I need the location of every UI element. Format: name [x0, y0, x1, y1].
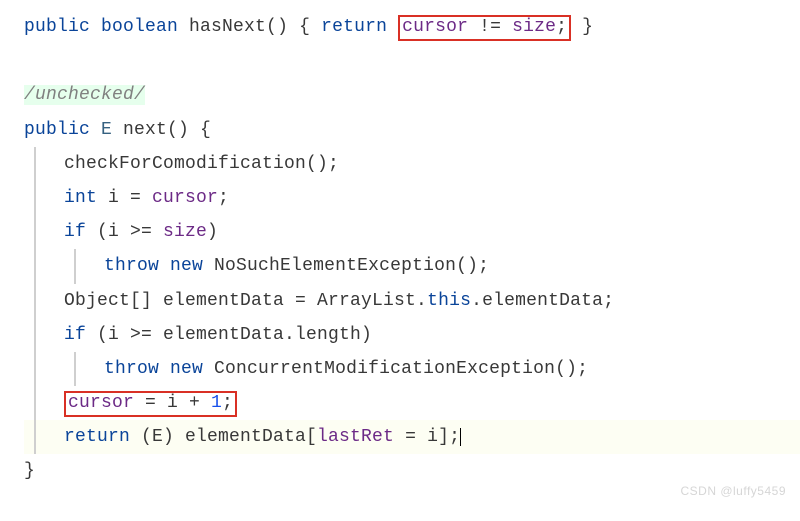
code-line: cursor = i + 1;	[24, 386, 800, 420]
indent-guide	[34, 249, 36, 283]
brace: }	[571, 17, 593, 37]
annotation-line: /unchecked/	[24, 78, 800, 112]
code-block: public boolean hasNext() { return cursor…	[0, 0, 800, 509]
indent-guide	[34, 284, 36, 318]
indent-guide	[74, 352, 76, 386]
keyword-if: if	[64, 222, 86, 242]
paren: )	[207, 222, 218, 242]
op-neq: !=	[468, 17, 512, 37]
indent-guide	[34, 352, 36, 386]
var-cursor: cursor	[402, 17, 468, 37]
keyword-new: new	[170, 359, 203, 379]
watermark: CSDN @luffy5459	[680, 480, 786, 503]
exception: NoSuchElementException();	[203, 256, 489, 276]
assign: = i +	[134, 393, 211, 413]
indent-guide	[34, 420, 36, 454]
annotation: /unchecked/	[24, 85, 145, 105]
indent-guide	[74, 249, 76, 283]
keyword-return: return	[64, 427, 130, 447]
assign: i =	[97, 188, 152, 208]
code-line: public boolean hasNext() { return cursor…	[24, 10, 800, 44]
exception: ConcurrentModificationException();	[203, 359, 588, 379]
var-size: size	[163, 222, 207, 242]
code-line: checkForComodification();	[24, 147, 800, 181]
semicolon: ;	[222, 393, 233, 413]
keyword-this: this	[427, 291, 471, 311]
number: 1	[211, 393, 222, 413]
highlight-box: cursor != size;	[398, 15, 571, 41]
call-check: checkForComodification();	[64, 154, 339, 174]
code-line-current: return (E) elementData[lastRet = i];	[24, 420, 800, 454]
keyword-new: new	[170, 256, 203, 276]
fn-hasnext: hasNext() {	[178, 17, 321, 37]
semicolon: ;	[556, 17, 567, 37]
brace: }	[24, 461, 35, 481]
indent-guide	[34, 147, 36, 181]
var-lastret: lastRet	[317, 427, 394, 447]
text-caret	[460, 428, 461, 446]
type-e: E	[90, 120, 123, 140]
indent-guide	[34, 215, 36, 249]
keyword-int: int	[64, 188, 97, 208]
expr: (E) elementData[	[130, 427, 317, 447]
keyword-public: public	[24, 120, 90, 140]
stmt: .elementData;	[471, 291, 614, 311]
cond: (i >=	[86, 222, 163, 242]
stmt: Object[] elementData = ArrayList.	[64, 291, 427, 311]
highlight-box: cursor = i + 1;	[64, 391, 237, 417]
code-line: if (i >= size)	[24, 215, 800, 249]
keyword-boolean: boolean	[101, 17, 178, 37]
code-line: throw new ConcurrentModificationExceptio…	[24, 352, 800, 386]
semicolon: ;	[218, 188, 229, 208]
cond: (i >= elementData.length)	[86, 325, 372, 345]
keyword-public: public	[24, 17, 90, 37]
blank-line	[24, 44, 800, 78]
var-size: size	[512, 17, 556, 37]
code-line: public E next() {	[24, 113, 800, 147]
keyword-return: return	[321, 17, 387, 37]
keyword-throw: throw	[104, 256, 159, 276]
expr: = i];	[394, 427, 460, 447]
code-line: throw new NoSuchElementException();	[24, 249, 800, 283]
fn-next: next() {	[123, 120, 211, 140]
indent-guide	[34, 386, 36, 420]
indent-guide	[34, 181, 36, 215]
code-line: int i = cursor;	[24, 181, 800, 215]
keyword-throw: throw	[104, 359, 159, 379]
code-line: Object[] elementData = ArrayList.this.el…	[24, 284, 800, 318]
indent-guide	[34, 318, 36, 352]
var-cursor: cursor	[68, 393, 134, 413]
code-line: if (i >= elementData.length)	[24, 318, 800, 352]
var-cursor: cursor	[152, 188, 218, 208]
keyword-if: if	[64, 325, 86, 345]
